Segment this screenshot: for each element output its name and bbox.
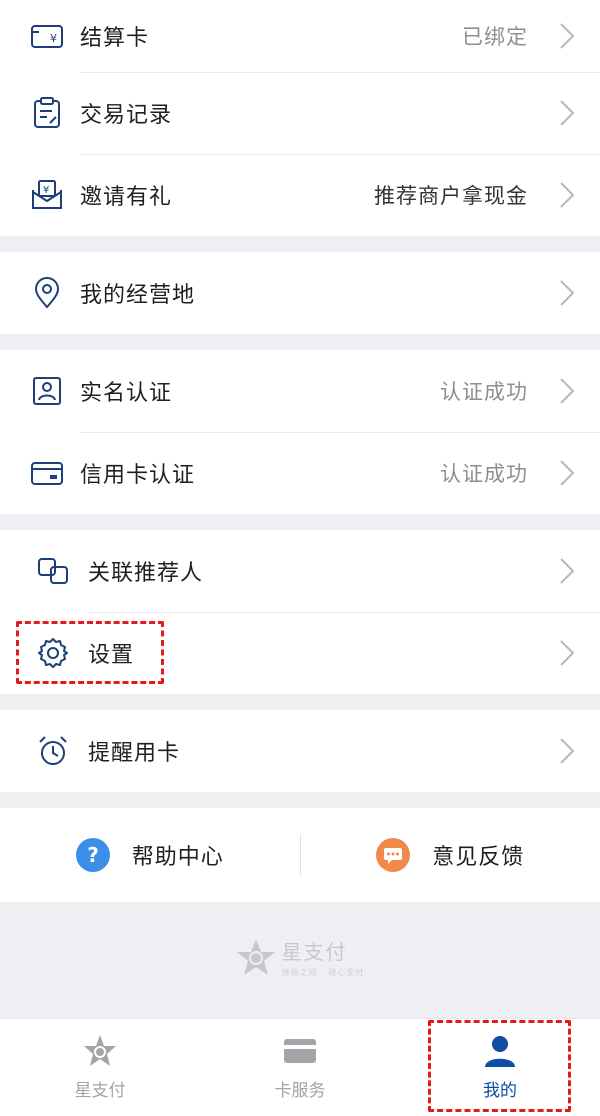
section-gap: [0, 514, 600, 530]
settlement-card-status: 已绑定: [462, 25, 528, 49]
credit-card-auth-label: 信用卡认证: [80, 463, 196, 488]
linked-referrer-row[interactable]: 关联推荐人: [0, 530, 600, 612]
chevron-right-icon: [560, 182, 575, 208]
tab-star-pay[interactable]: 星支付: [0, 1019, 200, 1116]
business-location-label: 我的经营地: [80, 283, 196, 308]
link-squares-icon: [38, 558, 68, 584]
id-portrait-icon: [33, 377, 61, 405]
bottom-tab-bar: 星支付 卡服务 我的: [0, 1018, 600, 1116]
real-name-auth-label: 实名认证: [80, 381, 173, 406]
tab-mine[interactable]: 我的: [400, 1019, 600, 1116]
tab-card-service[interactable]: 卡服务: [200, 1019, 400, 1116]
brand-footer: 星支付 弹指之间 · 随心支付: [0, 902, 600, 1012]
settings-label: 设置: [88, 643, 135, 668]
card-reminder-row[interactable]: 提醒用卡: [0, 710, 600, 792]
help-center-label: 帮助中心: [131, 845, 224, 870]
brand-slogan: 弹指之间 · 随心支付: [281, 968, 365, 977]
credit-card-auth-row[interactable]: 信用卡认证 认证成功: [0, 432, 600, 514]
settlement-card-row[interactable]: ¥ 结算卡 已绑定: [0, 0, 600, 72]
chevron-right-icon: [560, 738, 575, 764]
menu-group-auth: 实名认证 认证成功 信用卡认证 认证成功: [0, 350, 600, 514]
credit-card-icon: [31, 462, 63, 485]
menu-group-account: ¥ 结算卡 已绑定 交易记录 ¥ 邀请有礼 推荐商户拿现金: [0, 0, 600, 236]
invite-reward-label: 邀请有礼: [80, 185, 173, 210]
chat-bubble-icon: [376, 838, 411, 872]
chevron-right-icon: [560, 460, 575, 486]
svg-text:?: ?: [87, 843, 99, 867]
bank-card-yuan-icon: ¥: [31, 25, 63, 48]
section-gap: [0, 334, 600, 350]
invite-reward-promo: 推荐商户拿现金: [374, 184, 528, 208]
real-name-auth-row[interactable]: 实名认证 认证成功: [0, 350, 600, 432]
chevron-right-icon: [560, 100, 575, 126]
feedback-button[interactable]: 意见反馈: [301, 838, 600, 872]
section-gap: [0, 792, 600, 808]
chevron-right-icon: [560, 640, 575, 666]
brand-name: 星支付: [281, 940, 348, 964]
tab-label: 星支付: [74, 1081, 126, 1101]
transaction-records-row[interactable]: 交易记录: [0, 72, 600, 154]
gear-icon: [38, 638, 68, 668]
invite-reward-row[interactable]: ¥ 邀请有礼 推荐商户拿现金: [0, 154, 600, 236]
star-pay-logo-icon: [84, 1035, 116, 1066]
brand-logo: 星支付 弹指之间 · 随心支付: [236, 936, 365, 978]
chevron-right-icon: [560, 23, 575, 49]
svg-text:¥: ¥: [43, 185, 49, 196]
feedback-label: 意见反馈: [432, 845, 525, 870]
chevron-right-icon: [560, 280, 575, 306]
settlement-card-label: 结算卡: [80, 26, 150, 51]
linked-referrer-label: 关联推荐人: [88, 561, 204, 586]
real-name-auth-status: 认证成功: [440, 380, 528, 404]
menu-group-other: 关联推荐人 设置: [0, 530, 600, 694]
envelope-yuan-icon: ¥: [32, 180, 62, 209]
business-location-row[interactable]: 我的经营地: [0, 252, 600, 334]
menu-group-location: 我的经营地: [0, 252, 600, 334]
tab-label: 卡服务: [274, 1081, 326, 1101]
settings-row[interactable]: 设置: [0, 612, 600, 694]
section-gap: [0, 236, 600, 252]
menu-group-reminder: 提醒用卡: [0, 710, 600, 792]
chevron-right-icon: [560, 378, 575, 404]
location-pin-icon: [34, 277, 60, 309]
transaction-records-label: 交易记录: [80, 103, 173, 128]
question-mark-icon: ?: [75, 838, 110, 872]
tab-label: 我的: [483, 1081, 517, 1101]
user-icon: [485, 1036, 515, 1067]
card-reminder-label: 提醒用卡: [88, 741, 181, 766]
clipboard-list-icon: [34, 97, 60, 128]
alarm-clock-icon: [39, 736, 67, 765]
card-icon: [284, 1039, 316, 1063]
svg-text:¥: ¥: [50, 32, 57, 45]
star-pay-logo-icon: [236, 939, 275, 975]
credit-card-auth-status: 认证成功: [440, 462, 528, 486]
help-bar: ? 帮助中心 意见反馈: [0, 808, 600, 902]
help-center-button[interactable]: ? 帮助中心: [0, 838, 300, 872]
chevron-right-icon: [560, 558, 575, 584]
section-gap: [0, 694, 600, 710]
